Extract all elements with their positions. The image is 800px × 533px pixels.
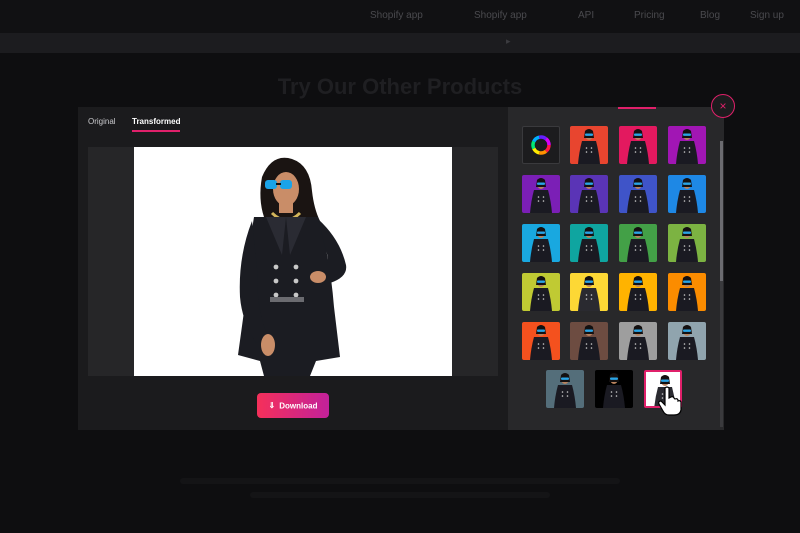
background-banner: ▸ [0,33,800,53]
color-swatch[interactable] [619,322,657,360]
swatch-preview-figure [530,178,552,213]
swatch-preview-figure [578,178,600,213]
background-footer [180,478,620,504]
color-swatch[interactable] [570,322,608,360]
download-icon: ⇓ [268,401,276,411]
background-color-panel [508,107,724,430]
color-swatch[interactable] [668,273,706,311]
swatch-preview-figure [578,325,600,360]
color-picker-button[interactable] [522,126,560,164]
swatch-preview-figure [676,325,698,360]
swatch-preview-figure [627,129,649,164]
swatch-preview-figure [578,276,600,311]
swatch-preview-figure [676,276,698,311]
swatch-preview-figure [530,325,552,360]
color-swatch[interactable] [522,322,560,360]
color-swatch[interactable] [570,126,608,164]
transformed-image [134,147,452,376]
tab-transformed[interactable]: Transformed [132,117,181,132]
panel-scrollbar[interactable] [720,141,723,427]
color-swatch[interactable] [668,175,706,213]
color-swatch[interactable] [619,126,657,164]
color-swatch[interactable] [619,273,657,311]
color-swatch[interactable] [595,370,633,408]
swatch-preview-figure [578,227,600,262]
swatch-preview-figure [530,276,552,311]
color-swatch[interactable] [522,175,560,213]
nav-item: Shopify app [370,10,423,21]
color-swatch[interactable] [619,224,657,262]
woman-figure [238,157,347,376]
swatch-preview-figure [676,227,698,262]
color-swatch[interactable] [546,370,584,408]
color-swatch[interactable] [570,175,608,213]
background-heading: Try Our Other Products [277,74,523,99]
nav-item: Sign up [750,10,784,21]
close-button[interactable]: × [711,94,735,118]
color-wheel-icon [531,135,551,155]
nav-item: Pricing [634,10,665,21]
nav-item: Shopify app [474,10,527,21]
swatch-preview-figure [654,375,676,406]
nav-item: Blog [700,10,721,21]
swatch-preview-figure [676,178,698,213]
swatch-preview-figure [627,227,649,262]
nav-item: API [578,10,595,21]
swatch-preview-figure [627,325,649,360]
color-swatch[interactable] [668,126,706,164]
preview-pane: Original Transformed ⇓ Download [78,107,508,430]
swatch-preview-figure [627,178,649,213]
scrollbar-thumb[interactable] [720,141,723,281]
color-swatch[interactable] [668,224,706,262]
color-swatch[interactable] [522,224,560,262]
tab-original[interactable]: Original [88,117,116,126]
color-swatch[interactable] [644,370,682,408]
swatch-preview-figure [676,129,698,164]
color-swatch[interactable] [522,273,560,311]
swatch-preview-figure [554,373,576,408]
color-swatch[interactable] [570,224,608,262]
preview-area [88,147,498,376]
background-navbar: Shopify app Shopify app API Pricing Blog… [0,0,800,33]
swatch-preview-figure [530,227,552,262]
color-swatch[interactable] [668,322,706,360]
swatch-preview-figure [578,129,600,164]
download-button[interactable]: ⇓ Download [257,393,329,418]
color-swatch[interactable] [619,175,657,213]
color-swatch[interactable] [570,273,608,311]
swatch-preview-figure [627,276,649,311]
panel-tab-indicator [618,107,656,109]
swatch-preview-figure [603,373,625,408]
background-removal-modal: Original Transformed ⇓ Download [78,107,724,430]
banner-arrow-icon: ▸ [506,36,511,46]
